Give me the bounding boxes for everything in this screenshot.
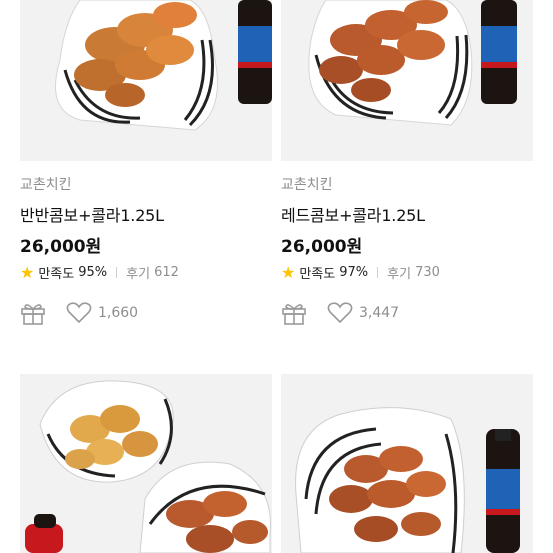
divider	[116, 267, 118, 278]
review-label: 후기	[126, 267, 151, 282]
review-label: 후기	[387, 267, 412, 282]
gift-icon[interactable]	[281, 301, 307, 325]
product-card[interactable]	[20, 374, 272, 553]
satisfaction-value: 95%	[78, 265, 108, 280]
heart-icon[interactable]	[327, 302, 353, 324]
product-image[interactable]	[281, 0, 533, 161]
product-image[interactable]	[20, 374, 272, 553]
brand-name: 교촌치킨	[20, 177, 72, 193]
review-count: 730	[415, 265, 440, 280]
chicken-combo-image	[55, 0, 272, 131]
satisfaction-label: 만족도	[299, 267, 336, 282]
like-count: 3,447	[359, 305, 400, 321]
like-count: 1,660	[98, 305, 139, 321]
divider	[377, 267, 379, 278]
product-card[interactable]: 교촌치킨 레드콤보+콜라1.25L 26,000원 ★ 만족도 97% 후기 7…	[281, 0, 533, 325]
product-name[interactable]: 레드콤보+콜라1.25L	[281, 202, 425, 226]
product-image[interactable]	[20, 0, 272, 161]
product-image[interactable]	[281, 374, 533, 553]
star-icon: ★	[281, 262, 296, 282]
product-card[interactable]: 교촌치킨 반반콤보+콜라1.25L 26,000원 ★ 만족도 95% 후기 6…	[20, 0, 272, 325]
gift-icon[interactable]	[20, 301, 46, 325]
satisfaction-value: 97%	[339, 265, 369, 280]
star-icon: ★	[20, 262, 35, 282]
product-card[interactable]	[281, 374, 533, 553]
rating-row: ★ 만족도 97% 후기 730	[281, 263, 440, 282]
product-name[interactable]: 반반콤보+콜라1.25L	[20, 202, 164, 226]
product-price: 26,000원	[281, 237, 363, 257]
heart-icon[interactable]	[66, 302, 92, 324]
chicken-combo-image	[25, 380, 271, 553]
satisfaction-label: 만족도	[38, 267, 75, 282]
review-count: 612	[154, 265, 179, 280]
chicken-combo-image	[308, 0, 517, 126]
action-row: 1,660	[20, 301, 138, 325]
action-row: 3,447	[281, 301, 399, 325]
product-price: 26,000원	[20, 237, 102, 257]
brand-name: 교촌치킨	[281, 177, 333, 193]
chicken-combo-image	[295, 407, 520, 553]
rating-row: ★ 만족도 95% 후기 612	[20, 263, 179, 282]
